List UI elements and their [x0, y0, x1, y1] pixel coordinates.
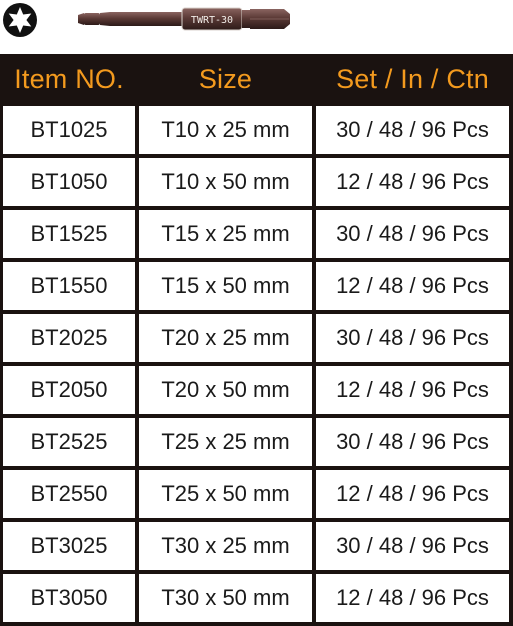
size-cell: T30 x 25 mm	[139, 522, 312, 570]
table-row: BT1525 T15 x 25 mm 30 / 48 / 96 Pcs	[0, 210, 513, 258]
size-cell: T30 x 50 mm	[139, 574, 312, 622]
table-row: BT2050 T20 x 50 mm 12 / 48 / 96 Pcs	[0, 366, 513, 414]
table-row: BT1550 T15 x 50 mm 12 / 48 / 96 Pcs	[0, 262, 513, 310]
item-no-cell: BT3025	[3, 522, 135, 570]
item-no-cell: BT1550	[3, 262, 135, 310]
header-size: Size	[198, 63, 253, 94]
packing-cell: 30 / 48 / 96 Pcs	[316, 314, 509, 362]
table-row: BT2025 T20 x 25 mm 30 / 48 / 96 Pcs	[0, 314, 513, 362]
packing-cell: 30 / 48 / 96 Pcs	[316, 418, 509, 466]
packing-cell: 12 / 48 / 96 Pcs	[316, 470, 509, 518]
header-packing: Set / In / Ctn	[336, 63, 489, 94]
product-header: TWRT-30	[0, 0, 513, 54]
item-no-cell: BT2025	[3, 314, 135, 362]
size-cell: T10 x 50 mm	[139, 158, 312, 206]
size-cell: T15 x 25 mm	[139, 210, 312, 258]
packing-cell: 12 / 48 / 96 Pcs	[316, 158, 509, 206]
size-cell: T20 x 25 mm	[139, 314, 312, 362]
item-no-cell: BT1050	[3, 158, 135, 206]
item-no-cell: BT2525	[3, 418, 135, 466]
item-no-cell: BT1025	[3, 106, 135, 154]
driver-bit-image: TWRT-30	[78, 7, 290, 31]
item-no-cell: BT1525	[3, 210, 135, 258]
table-row: BT1025 T10 x 25 mm 30 / 48 / 96 Pcs	[0, 106, 513, 154]
table-row: BT1050 T10 x 50 mm 12 / 48 / 96 Pcs	[0, 158, 513, 206]
packing-cell: 12 / 48 / 96 Pcs	[316, 366, 509, 414]
spec-table: Item NO. Size Set / In / Ctn BT1025 T10 x…	[0, 54, 513, 626]
size-cell: T10 x 25 mm	[139, 106, 312, 154]
table-row: BT2525 T25 x 25 mm 30 / 48 / 96 Pcs	[0, 418, 513, 466]
size-cell: T25 x 50 mm	[139, 470, 312, 518]
torx-star-icon	[3, 3, 37, 37]
item-no-cell: BT2050	[3, 366, 135, 414]
header-item-no: Item NO.	[14, 63, 124, 94]
size-cell: T25 x 25 mm	[139, 418, 312, 466]
bit-marking-text: TWRT-30	[191, 15, 233, 26]
table-row: BT3050 T30 x 50 mm 12 / 48 / 96 Pcs	[0, 574, 513, 622]
packing-cell: 30 / 48 / 96 Pcs	[316, 522, 509, 570]
packing-cell: 12 / 48 / 96 Pcs	[316, 262, 509, 310]
packing-cell: 12 / 48 / 96 Pcs	[316, 574, 509, 622]
packing-cell: 30 / 48 / 96 Pcs	[316, 210, 509, 258]
item-no-cell: BT2550	[3, 470, 135, 518]
table-header-row: Item NO. Size Set / In / Ctn	[0, 54, 513, 104]
table-row: BT3025 T30 x 25 mm 30 / 48 / 96 Pcs	[0, 522, 513, 570]
table-row: BT2550 T25 x 50 mm 12 / 48 / 96 Pcs	[0, 470, 513, 518]
size-cell: T20 x 50 mm	[139, 366, 312, 414]
size-cell: T15 x 50 mm	[139, 262, 312, 310]
packing-cell: 30 / 48 / 96 Pcs	[316, 106, 509, 154]
item-no-cell: BT3050	[3, 574, 135, 622]
